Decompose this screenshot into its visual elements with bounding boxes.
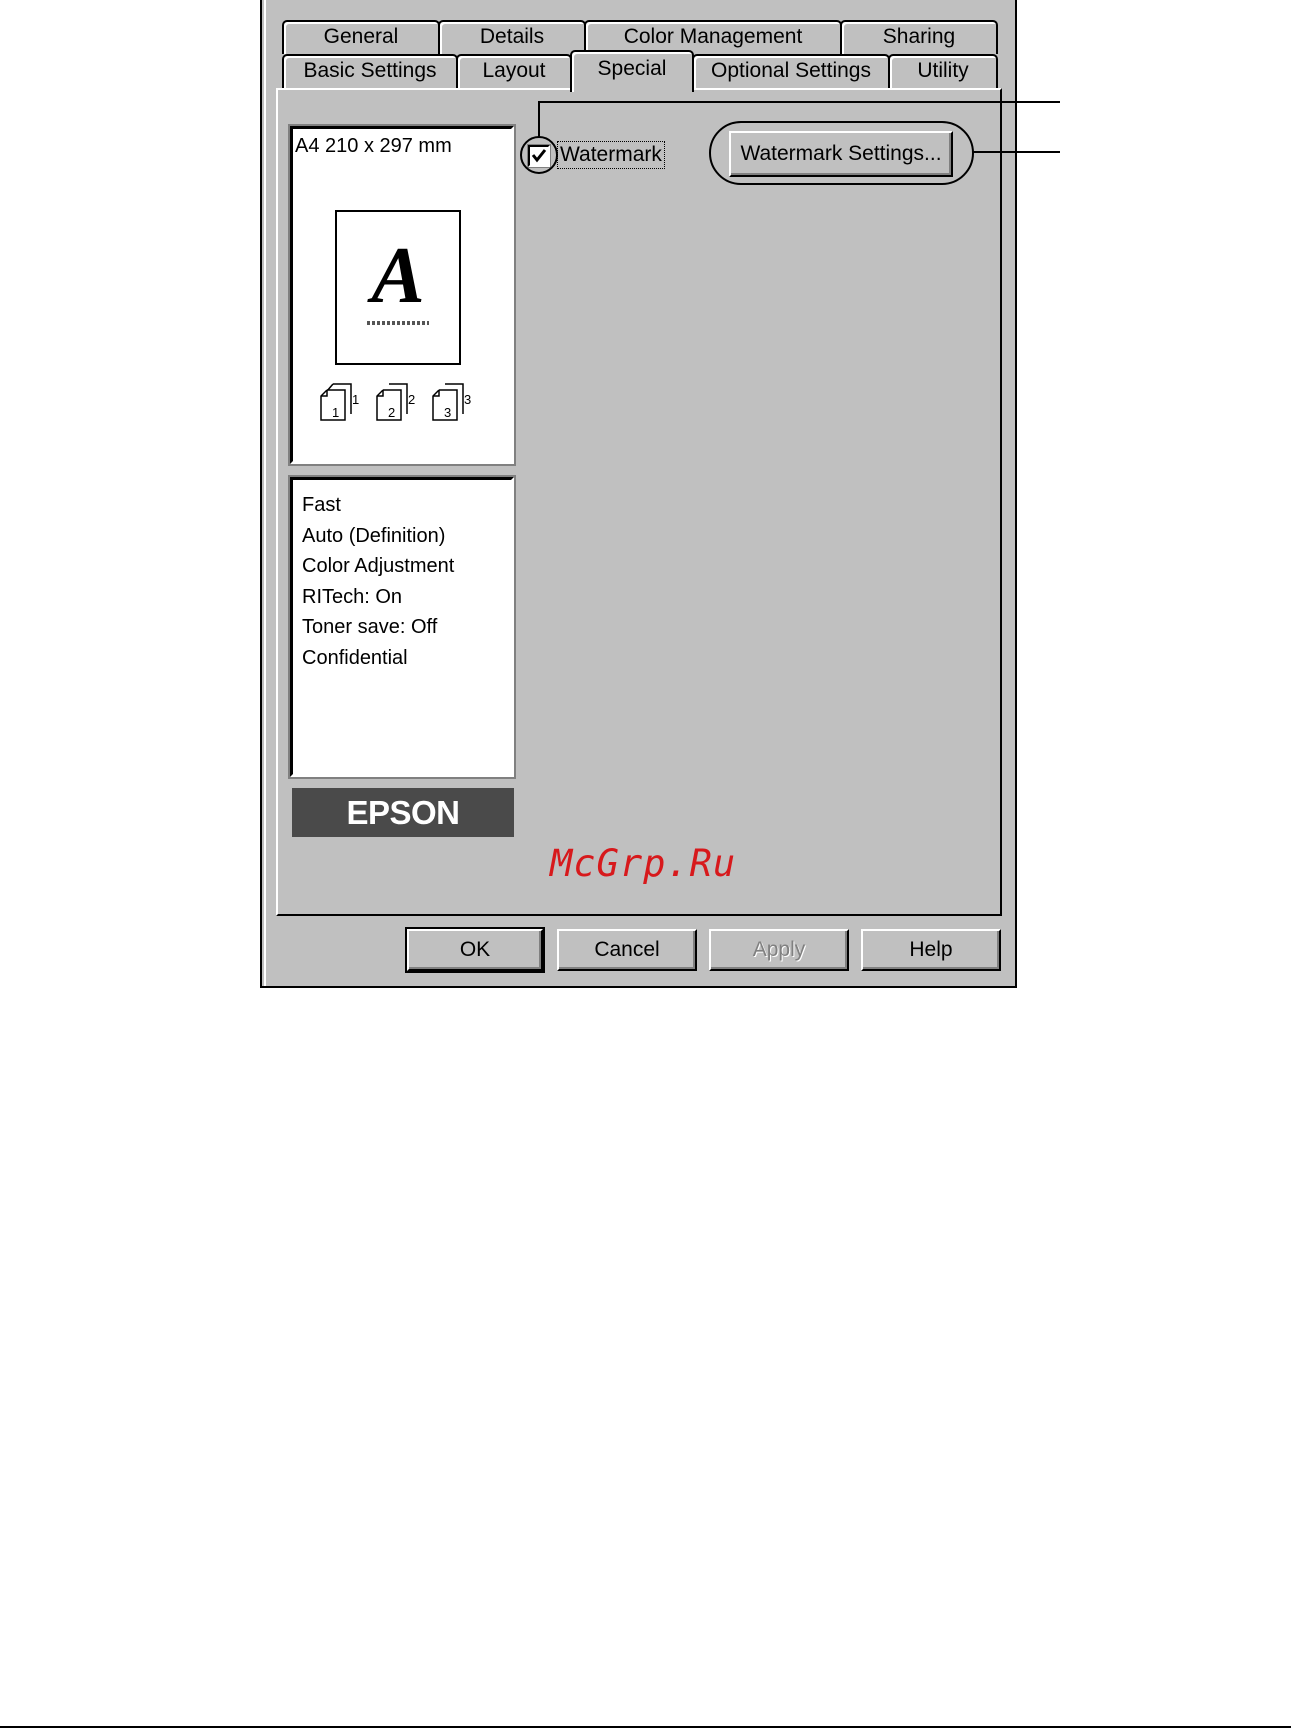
tab-optional-settings[interactable]: Optional Settings (692, 54, 890, 90)
page-preview: A4 210 x 297 mm A 1 1 2 2 3 3 (290, 126, 514, 464)
copy-1-icon: 1 1 (319, 382, 361, 422)
summary-line: Toner save: Off (302, 616, 438, 638)
checkbox-callout-circle (520, 136, 558, 174)
ok-button[interactable]: OK (405, 927, 545, 973)
tab-layout[interactable]: Layout (456, 54, 572, 90)
summary-line: Confidential (302, 646, 408, 669)
svg-text:3: 3 (444, 405, 451, 420)
tab-special[interactable]: Special (570, 50, 694, 92)
checkbox-callout-line-vertical (538, 102, 540, 137)
apply-button[interactable]: Apply (709, 929, 849, 971)
tab-basic-settings[interactable]: Basic Settings (282, 54, 458, 90)
svg-text:2: 2 (388, 405, 395, 420)
button-callout-line (973, 151, 1060, 153)
checkbox-callout-line (538, 101, 1060, 103)
tab-sharing[interactable]: Sharing (840, 20, 998, 54)
svg-text:1: 1 (352, 392, 359, 407)
copy-2-icon: 2 2 (375, 382, 417, 422)
cancel-button[interactable]: Cancel (557, 929, 697, 971)
summary-line: Fast (302, 494, 341, 516)
svg-text:3: 3 (464, 392, 471, 407)
collated-copies: 1 1 2 2 3 3 (319, 382, 473, 422)
epson-logo: EPSON (292, 788, 514, 837)
site-watermark: McGrp.Ru (550, 842, 737, 885)
summary-line: Color Adjustment (302, 555, 455, 577)
svg-text:1: 1 (332, 405, 339, 420)
summary-line: RITech: On (302, 585, 403, 608)
svg-text:2: 2 (408, 392, 415, 407)
button-callout-ellipse (709, 121, 974, 185)
tab-utility[interactable]: Utility (888, 54, 998, 90)
summary-line: Auto (Definition) (302, 524, 446, 547)
tab-color-management[interactable]: Color Management (584, 20, 842, 54)
help-button[interactable]: Help (861, 929, 1001, 971)
watermark-checkbox-label[interactable]: Watermark (557, 141, 665, 169)
settings-summary: Fast Auto (Definition) Color Adjustment … (290, 477, 514, 777)
tab-general[interactable]: General (282, 20, 440, 54)
page-thumbnail: A (335, 210, 461, 365)
tab-details[interactable]: Details (438, 20, 586, 54)
copy-3-icon: 3 3 (431, 382, 473, 422)
page-letter: A (371, 232, 425, 320)
window-highlight (264, 0, 266, 986)
page-footer-rule (0, 1726, 1291, 1728)
page-watermark-dots (367, 321, 429, 325)
paper-size-label: A4 210 x 297 mm (295, 135, 452, 157)
